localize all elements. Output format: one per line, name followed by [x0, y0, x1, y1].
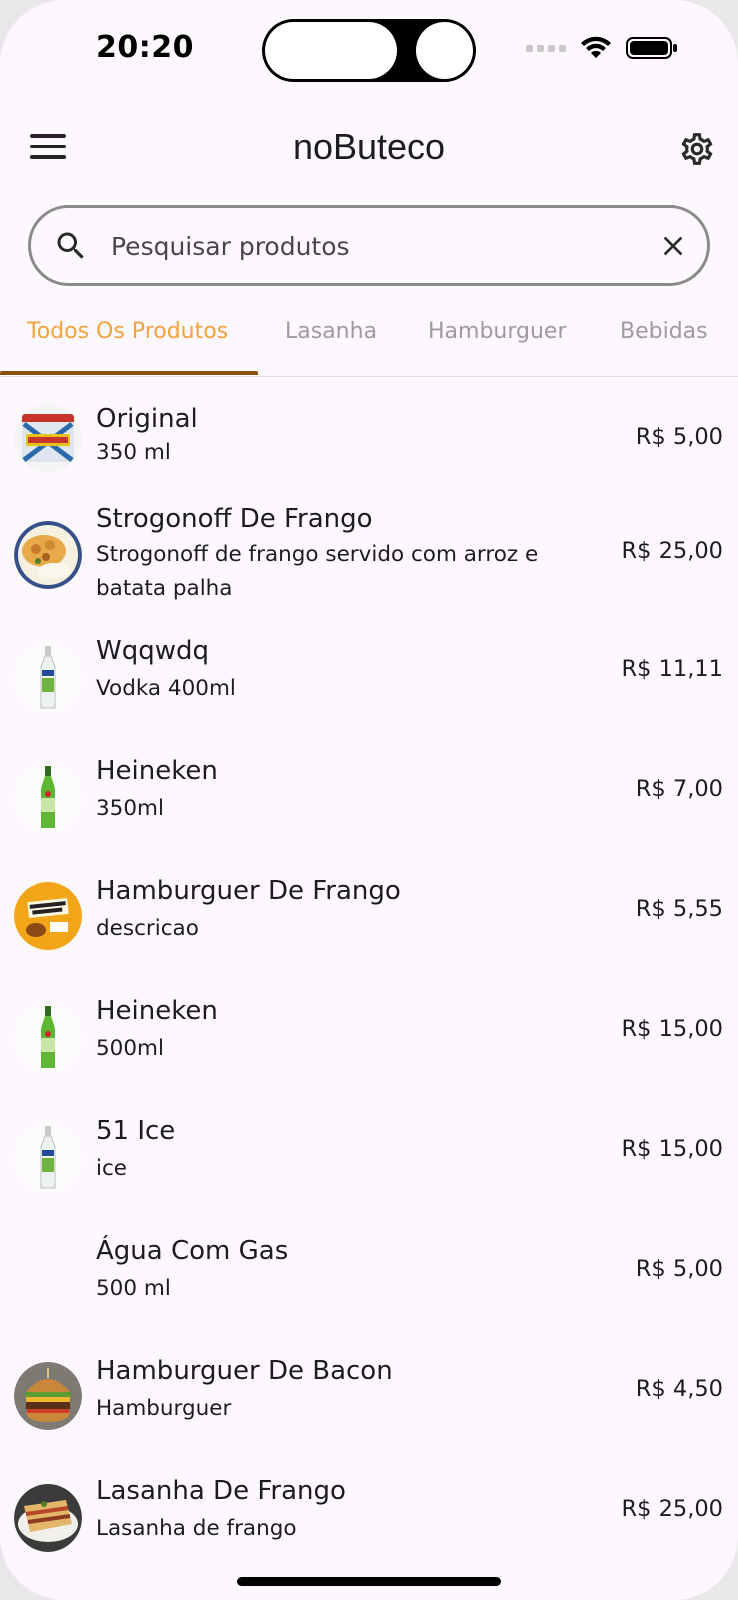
tab-todos-os-produtos[interactable]: Todos Os Produtos: [27, 319, 228, 344]
search-icon: [57, 232, 84, 259]
product-description: 500 ml: [96, 1276, 171, 1301]
product-name: Strogonoff De Frango: [96, 504, 373, 534]
dynamic-island: [262, 19, 476, 82]
product-list-item[interactable]: Água Com Gas 500 ml R$ 5,00: [0, 1226, 738, 1336]
category-tabs: Todos Os Produtos Lasanha Hamburguer Beb…: [0, 305, 738, 377]
product-price: R$ 7,00: [635, 776, 723, 802]
product-list-item[interactable]: Strogonoff De Frango Strogonoff de frang…: [0, 504, 738, 622]
product-price: R$ 5,00: [635, 424, 723, 450]
product-description: ice: [96, 1156, 128, 1181]
product-name: Original: [96, 404, 198, 434]
product-description: Vodka 400ml: [96, 676, 236, 701]
product-name: Heineken: [96, 756, 218, 786]
product-list-item[interactable]: Heineken 500ml R$ 15,00: [0, 986, 738, 1096]
phone-screen: 20:20 noButeco Pesquisar produtos Todos …: [0, 0, 738, 1600]
product-price: R$ 25,00: [621, 538, 723, 564]
product-image-placeholder: [14, 1244, 82, 1312]
settings-gear-icon[interactable]: [678, 130, 716, 168]
wifi-icon: [581, 36, 611, 58]
product-price: R$ 11,11: [621, 656, 723, 682]
cellular-signal-icon: [526, 44, 566, 52]
product-description: descricao: [96, 916, 199, 941]
product-price: R$ 25,00: [621, 1496, 723, 1522]
product-list-item[interactable]: 51 Ice ice R$ 15,00: [0, 1106, 738, 1216]
product-image: [14, 644, 82, 712]
product-image: [14, 1362, 82, 1430]
product-image: [14, 404, 82, 472]
product-list-item[interactable]: Lasanha De Frango Lasanha de frango R$ 2…: [0, 1466, 738, 1576]
tab-indicator: [0, 371, 258, 375]
product-name: Lasanha De Frango: [96, 1476, 346, 1506]
product-image: [14, 1484, 82, 1552]
product-image: [14, 1004, 82, 1072]
tab-hamburguer[interactable]: Hamburguer: [428, 319, 567, 344]
status-time: 20:20: [96, 30, 194, 65]
product-price: R$ 5,55: [635, 896, 723, 922]
product-list-item[interactable]: Original 350 ml R$ 5,00: [0, 390, 738, 494]
tab-lasanha[interactable]: Lasanha: [285, 319, 377, 344]
product-image: [14, 882, 82, 950]
product-name: Wqqwdq: [96, 636, 209, 666]
battery-icon: [626, 37, 677, 59]
product-description: Lasanha de frango: [96, 1516, 297, 1541]
product-description: Hamburguer: [96, 1396, 232, 1421]
product-price: R$ 4,50: [635, 1376, 723, 1402]
tab-bebidas[interactable]: Bebidas: [620, 319, 708, 344]
product-image: [14, 1124, 82, 1192]
product-price: R$ 15,00: [621, 1016, 723, 1042]
page-title: noButeco: [292, 126, 446, 167]
product-list-item[interactable]: Heineken 350ml R$ 7,00: [0, 746, 738, 856]
product-description: 350ml: [96, 796, 164, 821]
product-name: Heineken: [96, 996, 218, 1026]
product-name: Hamburguer De Bacon: [96, 1356, 393, 1386]
product-list-item[interactable]: Hamburguer De Frango descricao R$ 5,55: [0, 866, 738, 976]
product-image: [14, 764, 82, 832]
search-field[interactable]: [28, 205, 710, 286]
product-description: 500ml: [96, 1036, 164, 1061]
clear-icon[interactable]: [657, 230, 689, 262]
product-image: [14, 521, 82, 589]
product-price: R$ 5,00: [635, 1256, 723, 1282]
status-icons: [526, 36, 678, 60]
product-description: Strogonoff de frango servido com arroz e…: [96, 542, 539, 601]
product-name: 51 Ice: [96, 1116, 176, 1146]
product-name: Água Com Gas: [96, 1236, 289, 1266]
search-input[interactable]: [111, 224, 631, 268]
product-list-item[interactable]: Hamburguer De Bacon Hamburguer R$ 4,50: [0, 1346, 738, 1456]
product-description: 350 ml: [96, 440, 171, 465]
product-price: R$ 15,00: [621, 1136, 723, 1162]
product-name: Hamburguer De Frango: [96, 876, 401, 906]
home-indicator[interactable]: [237, 1577, 501, 1586]
product-list-item[interactable]: Wqqwdq Vodka 400ml R$ 11,11: [0, 626, 738, 736]
